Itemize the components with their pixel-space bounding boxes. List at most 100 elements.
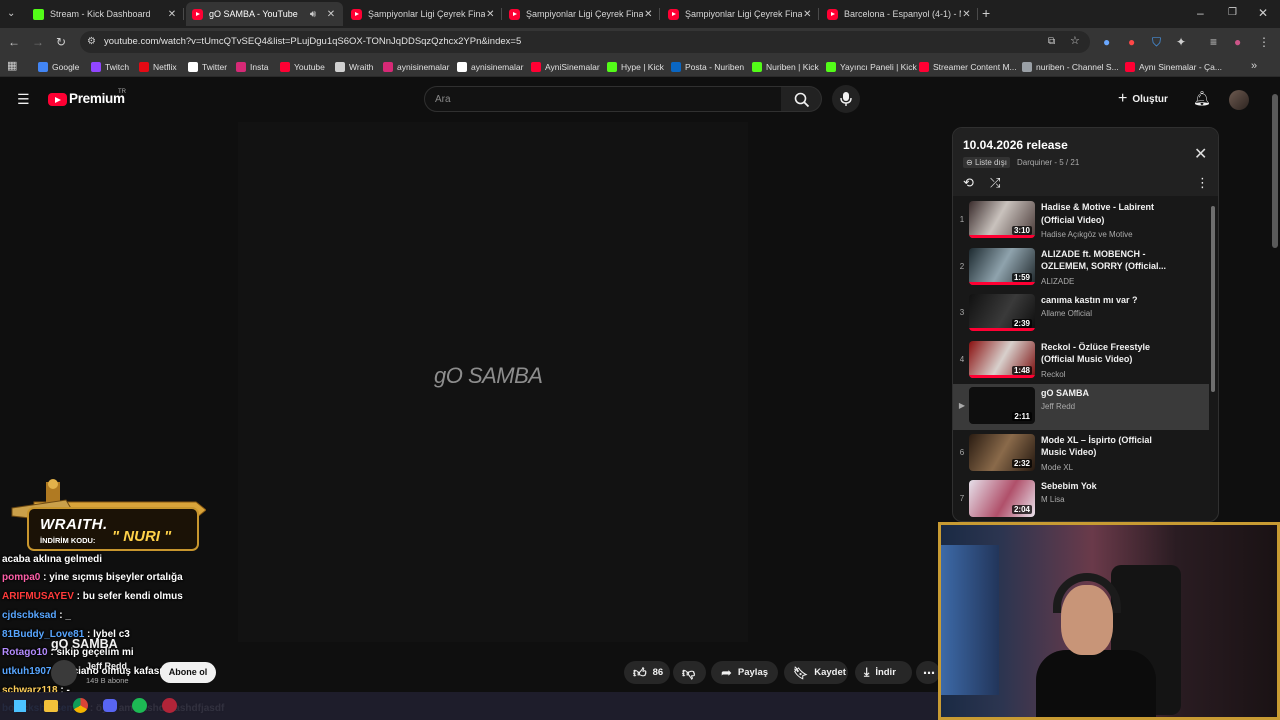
extension-icon[interactable]: ● (1103, 36, 1110, 48)
discord-icon[interactable] (103, 699, 117, 712)
audio-playing-icon[interactable]: 🔊︎ (307, 9, 319, 20)
playlist-item-thumbnail[interactable]: 1:59 (969, 247, 1035, 285)
hamburger-menu-icon[interactable]: ☰ (17, 92, 30, 106)
playlist-item[interactable]: 2 1:59 ALIZADE ft. MOBENCH - OZLEMEM, SORR… (953, 245, 1209, 291)
bookmark-item[interactable]: nuriben - Channel S... (1022, 60, 1119, 73)
apps-grid-icon[interactable]: ▦ (7, 60, 17, 72)
playlist-item-thumbnail[interactable]: 2:39 (969, 294, 1035, 331)
chrome-icon[interactable] (73, 698, 88, 713)
more-bookmarks-icon[interactable]: » (1251, 60, 1257, 72)
more-actions-button[interactable]: ⋯ (916, 661, 940, 684)
bookmark-item[interactable]: Wraith (335, 60, 373, 73)
bookmark-item[interactable]: Yayıncı Paneli | Kick (826, 60, 917, 73)
bookmark-item[interactable]: aynisinemalar (383, 60, 449, 73)
bookmark-item[interactable]: Aynı Sinemalar - Ça... (1125, 60, 1222, 73)
tab-close-icon[interactable]: ✕ (643, 9, 654, 20)
playlist-item-thumbnail[interactable]: 3:10 (969, 201, 1035, 238)
page-scrollbar[interactable] (1270, 78, 1280, 522)
bookmark-item[interactable]: aynisinemalar (457, 60, 523, 73)
playlist-item-title[interactable]: Hadise & Motive - Labirent (Official Vid… (1041, 201, 1175, 226)
playlist-item[interactable]: ▶ 2:11 gO SAMBA Jeff Redd (953, 384, 1209, 430)
playlist-item-title[interactable]: gO SAMBA (1041, 387, 1175, 400)
tab-search-icon[interactable]: ⌄ (7, 8, 15, 20)
playlist-item[interactable]: 6 2:32 Mode XL – İspirto (Official Music V… (953, 431, 1209, 477)
minimize-icon[interactable]: – (1197, 7, 1204, 19)
tab-close-icon[interactable]: ✕ (961, 9, 972, 20)
channel-name[interactable]: Jeff Redd (86, 661, 127, 671)
playlist-item-thumbnail[interactable]: 2:04 (969, 480, 1035, 517)
download-button[interactable]: ⤓ İndir (855, 661, 912, 684)
bookmark-item[interactable]: Insta (236, 60, 268, 73)
playlist-scrollbar[interactable] (1211, 206, 1215, 392)
media-controls-icon[interactable]: ≡ (1210, 36, 1217, 48)
spotify-icon[interactable] (132, 698, 147, 713)
playlist-item-title[interactable]: canıma kastın mı var ? (1041, 294, 1175, 307)
search-button[interactable] (781, 86, 822, 112)
playlist-item[interactable]: 7 2:04 Sebebim Yok M Lisa (953, 477, 1209, 521)
new-tab-icon[interactable]: + (982, 6, 990, 20)
window-close-icon[interactable]: ✕ (1258, 7, 1268, 19)
forward-icon[interactable]: → (32, 36, 44, 48)
page-scrollbar-thumb[interactable] (1272, 94, 1278, 248)
bookmark-item[interactable]: Youtube (280, 60, 325, 73)
bookmark-item[interactable]: Hype | Kick (607, 60, 664, 73)
extension-icon[interactable]: ● (1128, 36, 1135, 48)
playlist-item[interactable]: 4 1:48 Reckol - Özlüce Freestyle (Official… (953, 338, 1209, 384)
tab-close-icon[interactable]: ✕ (485, 9, 496, 20)
browser-tab[interactable]: Stream - Kick Dashboard ✕ (27, 2, 184, 26)
bookmark-star-icon[interactable]: ☆ (1070, 35, 1080, 47)
notifications-bell-icon[interactable]: 🔔︎ (1193, 91, 1211, 105)
youtube-logo-text[interactable]: Premium (69, 91, 125, 106)
playlist-item-title[interactable]: ALIZADE ft. MOBENCH - OZLEMEM, SORRY (Of… (1041, 248, 1175, 273)
account-avatar[interactable] (1229, 90, 1249, 110)
dislike-button[interactable]: 👎︎ (673, 661, 706, 684)
playlist-item-thumbnail[interactable]: 2:11 (969, 387, 1035, 424)
share-button[interactable]: ➦ Paylaş (711, 661, 778, 684)
search-input[interactable]: Ara (424, 86, 782, 112)
playlist-title[interactable]: 10.04.2026 release (963, 138, 1068, 152)
extensions-puzzle-icon[interactable]: ✦ (1176, 36, 1186, 48)
playlist-item[interactable]: 3 2:39 canıma kastın mı var ? Allame Offici… (953, 291, 1209, 337)
bookmark-item[interactable]: Google (38, 60, 79, 73)
profile-icon[interactable]: ● (1234, 36, 1241, 48)
browser-tab[interactable]: Şampiyonlar Ligi Çeyrek Final | ✕ (662, 2, 819, 26)
like-button[interactable]: 👍︎ 86 (624, 661, 670, 684)
youtube-logo-icon[interactable] (48, 93, 67, 106)
bookmark-item[interactable]: Posta - Nuriben (671, 60, 744, 73)
playlist-item-title[interactable]: Mode XL – İspirto (Official Music Video) (1041, 434, 1175, 459)
tab-close-icon[interactable]: ✕ (802, 9, 813, 20)
shield-icon[interactable]: ⛉ (1152, 36, 1161, 48)
playlist-item-title[interactable]: Sebebim Yok (1041, 480, 1175, 493)
playlist-item[interactable]: 1 3:10 Hadise & Motive - Labirent (Officia… (953, 198, 1209, 244)
shuffle-icon[interactable]: ⤮ (990, 175, 1000, 191)
close-icon[interactable]: ✕ (1194, 144, 1207, 164)
bookmark-item[interactable]: AyniSinemalar (531, 60, 600, 73)
app-icon[interactable] (162, 698, 177, 713)
bookmark-item[interactable]: Netflix (139, 60, 177, 73)
tab-close-icon[interactable]: ✕ (325, 9, 337, 20)
browser-tab[interactable]: Şampiyonlar Ligi Çeyrek Final | ✕ (503, 2, 660, 26)
windows-start-icon[interactable] (14, 700, 26, 712)
playlist-item-title[interactable]: Reckol - Özlüce Freestyle (Official Musi… (1041, 341, 1175, 366)
url-text[interactable]: youtube.com/watch?v=tUmcQTvSEQ4&list=PLu… (104, 36, 521, 47)
playlist-item-thumbnail[interactable]: 2:32 (969, 433, 1035, 471)
voice-search-button[interactable] (832, 85, 860, 113)
playlist-item-thumbnail[interactable]: 1:48 (969, 340, 1035, 378)
loop-icon[interactable]: ⟲ (963, 175, 974, 191)
install-app-icon[interactable]: ⧉ (1048, 36, 1055, 48)
back-icon[interactable]: ← (8, 36, 20, 48)
file-explorer-icon[interactable] (44, 700, 58, 712)
maximize-icon[interactable]: ❐ (1228, 7, 1237, 19)
omnibox[interactable]: ⚙ youtube.com/watch?v=tUmcQTvSEQ4&list=P… (80, 31, 1090, 53)
more-options-icon[interactable]: ⋮ (1196, 175, 1209, 191)
tab-close-icon[interactable]: ✕ (166, 9, 178, 20)
bookmark-item[interactable]: Nuriben | Kick (752, 60, 819, 73)
reload-icon[interactable]: ↻ (56, 36, 66, 48)
bookmark-item[interactable]: Twitch (91, 60, 129, 73)
video-player[interactable]: gO SAMBA (0, 122, 945, 692)
bookmark-item[interactable]: Twitter (188, 60, 227, 73)
menu-icon[interactable]: ⋮ (1258, 36, 1270, 48)
bookmark-item[interactable]: Streamer Content M... (919, 60, 1017, 73)
site-info-icon[interactable]: ⚙ (87, 36, 96, 48)
browser-tab[interactable]: Şampiyonlar Ligi Çeyrek Final | ✕ (345, 2, 502, 26)
